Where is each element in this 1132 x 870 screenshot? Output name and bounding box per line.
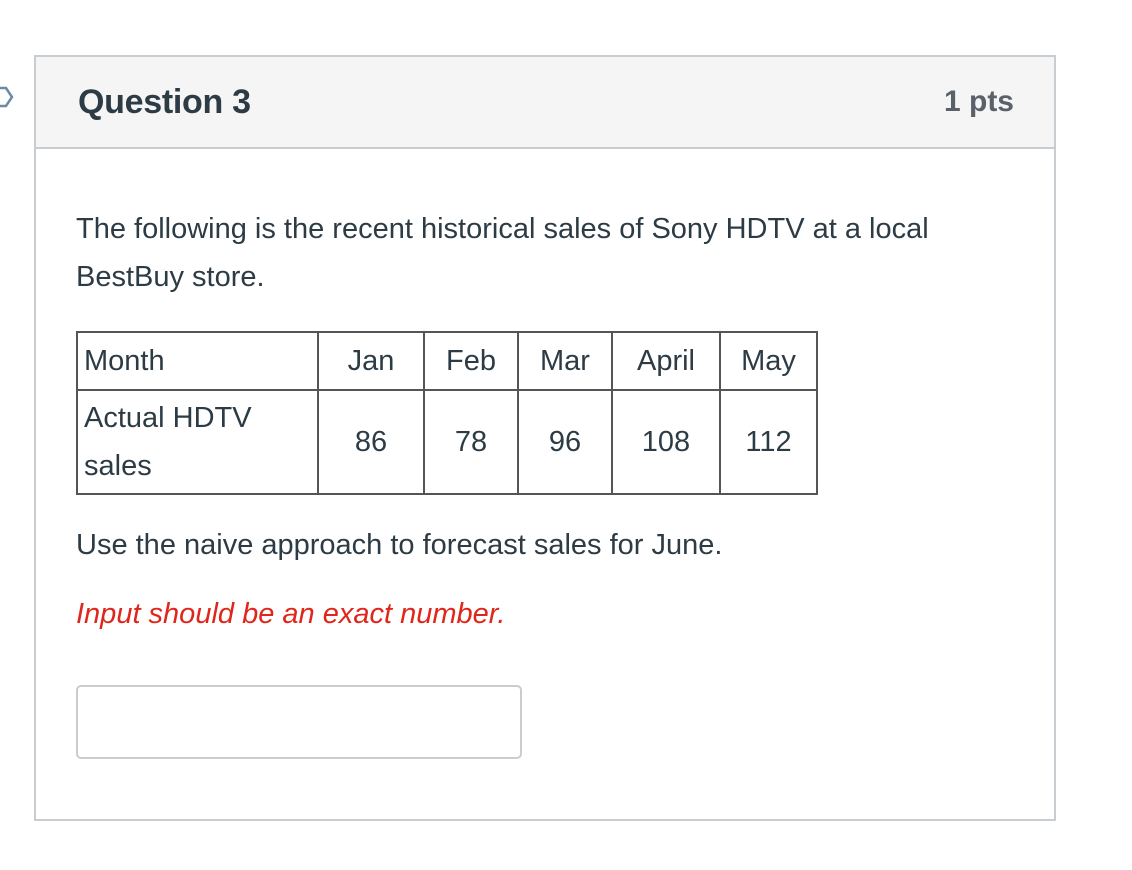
table-row-months: Month Jan Feb Mar April May: [76, 331, 818, 391]
month-cell: Mar: [517, 331, 613, 391]
month-cell: Jan: [317, 331, 425, 391]
question-title: Question 3: [78, 82, 251, 121]
sales-cell: 108: [611, 389, 721, 495]
question-prompt: Use the naive approach to forecast sales…: [76, 529, 723, 561]
answer-input[interactable]: [76, 685, 522, 759]
month-cell: April: [611, 331, 721, 391]
question-header: Question 3 1 pts: [36, 57, 1054, 149]
month-cell: Feb: [423, 331, 519, 391]
input-hint: Input should be an exact number.: [76, 598, 506, 630]
table-row-sales: Actual HDTV sales 86 78 96 108 112: [76, 389, 818, 495]
table-header-label: Month: [76, 331, 319, 391]
month-cell: May: [719, 331, 818, 391]
sales-cell: 96: [517, 389, 613, 495]
sales-cell: 112: [719, 389, 818, 495]
sales-table: Month Jan Feb Mar April May Actual HDTV …: [76, 331, 818, 495]
question-points: 1 pts: [943, 85, 1014, 118]
sales-cell: 86: [317, 389, 425, 495]
question-body: The following is the recent historical s…: [36, 149, 1054, 759]
question-card: Question 3 1 pts The following is the re…: [34, 55, 1056, 821]
question-intro: The following is the recent historical s…: [76, 213, 929, 293]
table-row-label: Actual HDTV sales: [76, 389, 319, 495]
question-flag-icon[interactable]: [0, 86, 14, 108]
sales-cell: 78: [423, 389, 519, 495]
